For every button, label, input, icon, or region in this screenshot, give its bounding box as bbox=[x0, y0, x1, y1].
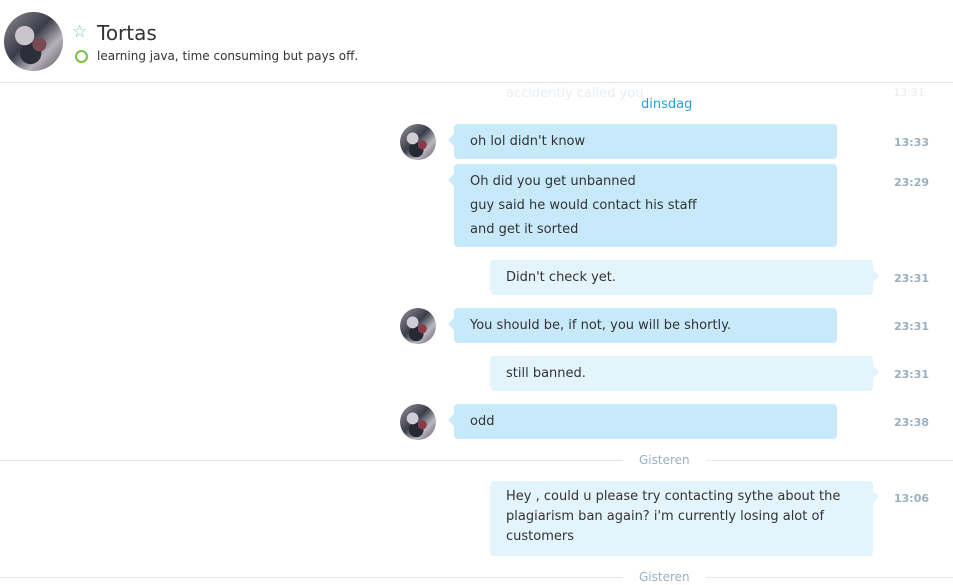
message-timestamp: 13:06 bbox=[894, 492, 930, 505]
message-bubble-incoming[interactable]: You should be, if not, you will be short… bbox=[448, 308, 837, 343]
message-text: Oh did you get unbanned bbox=[470, 174, 636, 189]
day-separator-gisteren: Gisteren bbox=[623, 570, 706, 584]
message-timestamp: 13:33 bbox=[894, 136, 930, 149]
sender-avatar[interactable] bbox=[400, 404, 436, 440]
sender-avatar[interactable] bbox=[400, 124, 436, 160]
conversation-header: ☆ Tortas learning java, time consuming b… bbox=[0, 0, 953, 83]
day-divider-line bbox=[0, 577, 953, 578]
message-timestamp: 23:31 bbox=[894, 368, 930, 381]
message-text: and get it sorted bbox=[470, 222, 579, 237]
message-bubble-outgoing[interactable]: Didn't check yet. bbox=[490, 260, 879, 295]
message-bubble-incoming[interactable]: oh lol didn't know bbox=[448, 124, 837, 159]
message-text: Didn't check yet. bbox=[506, 270, 617, 285]
message-text: You should be, if not, you will be short… bbox=[470, 318, 732, 333]
faded-history-time: 13:31 bbox=[893, 86, 925, 99]
message-text: odd bbox=[470, 414, 495, 429]
contact-name[interactable]: Tortas bbox=[97, 21, 157, 45]
favorite-star-icon[interactable]: ☆ bbox=[72, 24, 87, 41]
message-bubble-incoming[interactable]: odd bbox=[448, 404, 837, 439]
presence-online-icon bbox=[75, 50, 88, 63]
message-text: oh lol didn't know bbox=[470, 134, 586, 149]
message-timestamp: 23:31 bbox=[894, 320, 930, 333]
message-text: Hey , could u please try contacting syth… bbox=[506, 489, 841, 504]
day-separator-gisteren: Gisteren bbox=[623, 453, 706, 467]
contact-avatar[interactable] bbox=[4, 12, 63, 71]
message-text: still banned. bbox=[506, 366, 586, 381]
message-bubble-outgoing[interactable]: still banned. bbox=[490, 356, 879, 391]
sender-avatar[interactable] bbox=[400, 308, 436, 344]
message-timestamp: 23:31 bbox=[894, 272, 930, 285]
day-separator-dinsdag: dinsdag bbox=[641, 97, 693, 112]
message-bubble-outgoing[interactable]: Hey , could u please try contacting syth… bbox=[490, 481, 879, 556]
message-text: customers bbox=[506, 529, 574, 544]
mood-message: learning java, time consuming but pays o… bbox=[97, 49, 359, 63]
message-text: guy said he would contact his staff bbox=[470, 198, 697, 213]
day-divider-line bbox=[0, 460, 953, 461]
message-timestamp: 23:38 bbox=[894, 416, 930, 429]
message-timestamp: 23:29 bbox=[894, 176, 930, 189]
message-bubble-incoming[interactable]: Oh did you get unbanned guy said he woul… bbox=[448, 164, 837, 247]
faded-history-message: accidently called you bbox=[506, 86, 644, 101]
message-text: plagiarism ban again? i'm currently losi… bbox=[506, 509, 825, 524]
